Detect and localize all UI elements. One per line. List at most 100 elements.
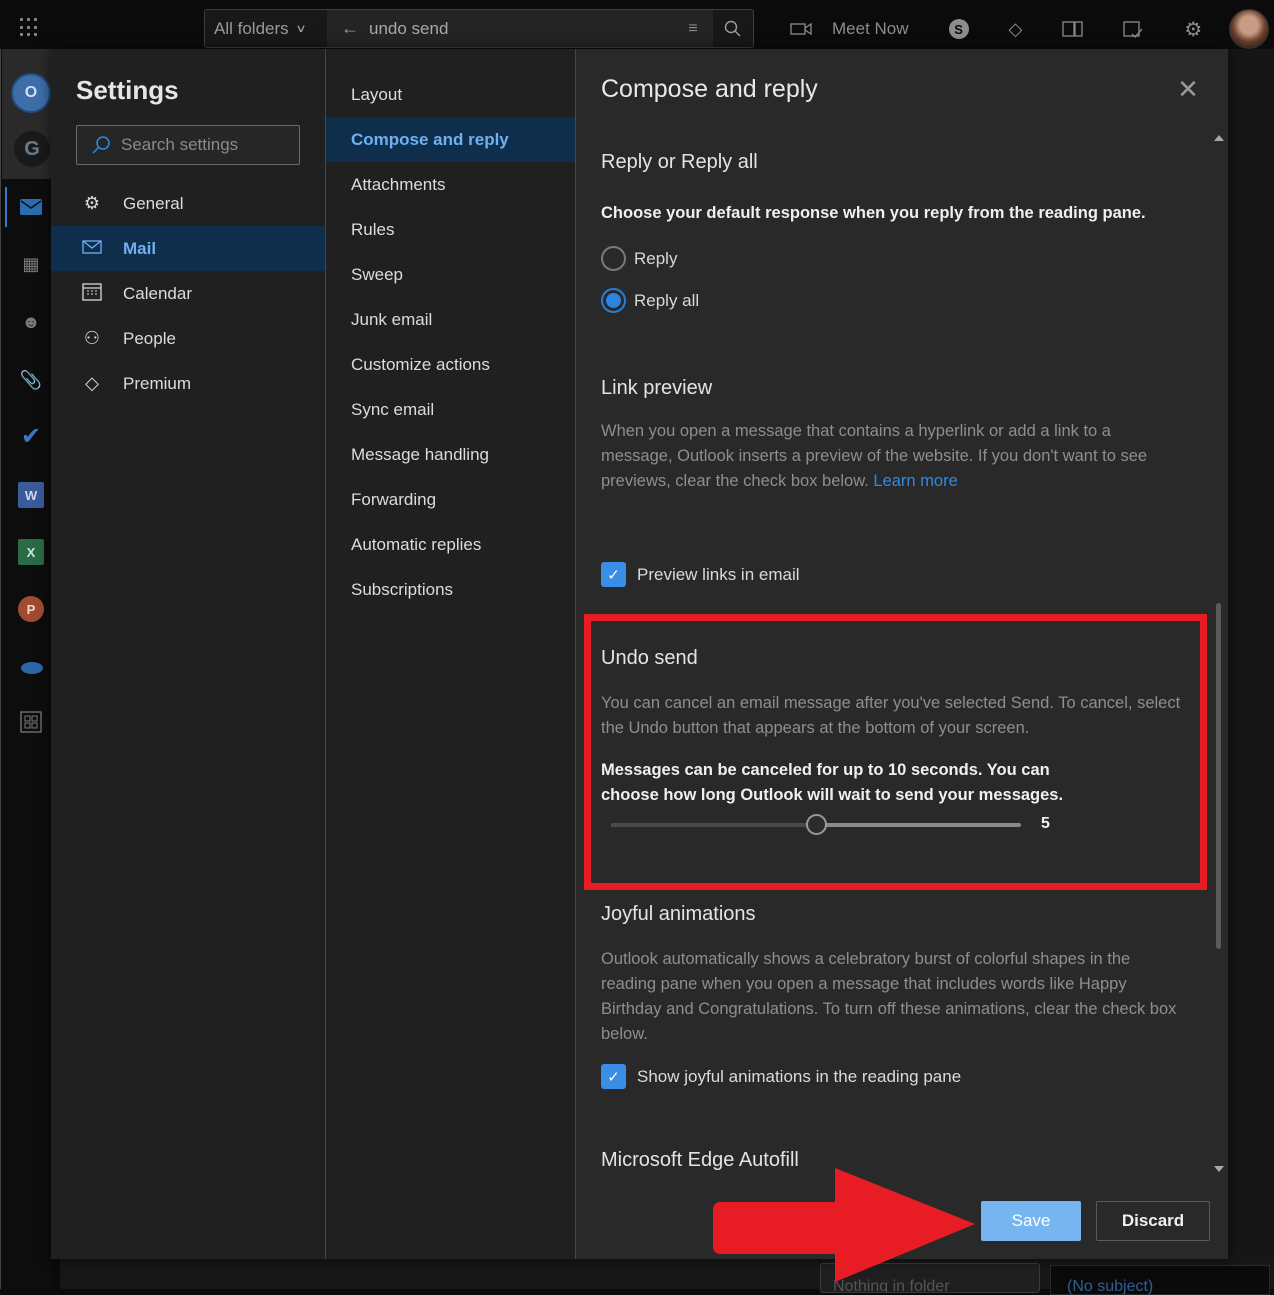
word-icon[interactable]: W bbox=[18, 482, 44, 508]
outlook-account-icon[interactable]: O bbox=[11, 73, 51, 113]
subcategory-rules[interactable]: Rules bbox=[326, 207, 575, 252]
annotation-arrow bbox=[713, 1168, 975, 1282]
app-rail: O G ▦ ☻ 📎 ✔ W X P bbox=[0, 49, 52, 1289]
calendar-icon bbox=[81, 281, 103, 306]
page-title: Compose and reply bbox=[601, 75, 818, 103]
draft-subject: (No subject) bbox=[1067, 1278, 1154, 1295]
my-day-icon[interactable] bbox=[1062, 19, 1084, 39]
reply-option[interactable]: Reply bbox=[601, 246, 677, 271]
more-apps-icon[interactable] bbox=[18, 709, 44, 735]
excel-icon[interactable]: X bbox=[18, 539, 44, 565]
people-icon: ⚇ bbox=[83, 328, 101, 348]
search-icon bbox=[92, 136, 110, 154]
chevron-down-icon: ∨ bbox=[295, 23, 307, 35]
category-label: Mail bbox=[123, 238, 157, 258]
gear-icon: ⚙ bbox=[83, 193, 101, 213]
reply-section-heading: Reply or Reply all bbox=[601, 151, 758, 173]
top-bar: All folders ∨ ← undo send ≡ Meet Now S ◇… bbox=[0, 0, 1274, 49]
meet-now-button[interactable]: Meet Now bbox=[832, 19, 909, 39]
scroll-up-arrow-icon[interactable] bbox=[1214, 135, 1224, 141]
attachment-icon[interactable]: 📎 bbox=[18, 367, 44, 393]
settings-content-scroll: Reply or Reply all Choose your default r… bbox=[576, 129, 1228, 1184]
subcategory-layout[interactable]: Layout bbox=[326, 72, 575, 117]
subcategory-compose-and-reply[interactable]: Compose and reply bbox=[326, 117, 575, 162]
preview-links-checkbox[interactable]: ✓ bbox=[601, 562, 626, 587]
category-general[interactable]: ⚙ General bbox=[51, 181, 325, 226]
reply-section-prompt: Choose your default response when you re… bbox=[601, 204, 1146, 222]
onedrive-icon[interactable] bbox=[18, 654, 44, 680]
subcategory-sync-email[interactable]: Sync email bbox=[326, 387, 575, 432]
subcategory-junk-email[interactable]: Junk email bbox=[326, 297, 575, 342]
skype-icon[interactable]: S bbox=[948, 19, 969, 39]
search-settings-placeholder: Search settings bbox=[121, 135, 239, 154]
category-people[interactable]: ⚇ People bbox=[51, 316, 325, 361]
reply-all-option[interactable]: Reply all bbox=[601, 288, 699, 313]
subcategory-automatic-replies[interactable]: Automatic replies bbox=[326, 522, 575, 567]
app-launcher-icon[interactable] bbox=[20, 18, 40, 38]
subcategory-message-handling[interactable]: Message handling bbox=[326, 432, 575, 477]
joyful-animations-option[interactable]: ✓ Show joyful animations in the reading … bbox=[601, 1064, 961, 1089]
scrollbar-thumb[interactable] bbox=[1216, 603, 1221, 949]
joyful-animations-checkbox[interactable]: ✓ bbox=[601, 1064, 626, 1089]
category-label: Premium bbox=[123, 373, 192, 393]
category-label: General bbox=[123, 193, 184, 213]
category-calendar[interactable]: Calendar bbox=[51, 271, 325, 316]
checkbox-label: Show joyful animations in the reading pa… bbox=[637, 1066, 962, 1086]
annotation-highlight-box bbox=[584, 614, 1207, 890]
premium-diamond-icon[interactable]: ◇ bbox=[1009, 19, 1023, 40]
save-button[interactable]: Save bbox=[981, 1201, 1081, 1241]
back-arrow-icon[interactable]: ← bbox=[341, 18, 359, 39]
settings-dialog: Settings Search settings ⚙ General Mail … bbox=[51, 49, 1228, 1259]
link-preview-description: When you open a message that contains a … bbox=[601, 419, 1186, 494]
settings-categories-pane: Settings Search settings ⚙ General Mail … bbox=[51, 49, 326, 1259]
checkbox-label: Preview links in email bbox=[637, 564, 800, 584]
powerpoint-icon[interactable]: P bbox=[18, 596, 44, 622]
diamond-icon: ◇ bbox=[85, 373, 99, 393]
mail-icon[interactable] bbox=[18, 194, 44, 220]
radio-label: Reply bbox=[634, 248, 678, 268]
search-input[interactable]: ← undo send bbox=[327, 18, 673, 39]
preview-links-option[interactable]: ✓ Preview links in email bbox=[601, 562, 800, 587]
subcategory-sweep[interactable]: Sweep bbox=[326, 252, 575, 297]
todo-icon[interactable]: ✔ bbox=[18, 423, 44, 450]
joyful-animations-heading: Joyful animations bbox=[601, 903, 756, 925]
google-account-icon[interactable]: G bbox=[14, 131, 50, 167]
settings-gear-icon[interactable]: ⚙ bbox=[1184, 17, 1202, 42]
settings-title: Settings bbox=[76, 75, 179, 105]
link-preview-heading: Link preview bbox=[601, 377, 713, 399]
filter-icon[interactable]: ≡ bbox=[673, 20, 713, 38]
category-label: People bbox=[123, 328, 176, 348]
search-scope-label: All folders bbox=[214, 18, 289, 38]
subcategory-forwarding[interactable]: Forwarding bbox=[326, 477, 575, 522]
annotation-arrow-shape bbox=[713, 1168, 975, 1282]
subcategory-subscriptions[interactable]: Subscriptions bbox=[326, 567, 575, 612]
search-button[interactable] bbox=[713, 10, 753, 47]
video-camera-icon[interactable] bbox=[790, 22, 812, 36]
background-reading-pane bbox=[1228, 49, 1274, 1259]
radio-reply-all[interactable] bbox=[601, 288, 626, 313]
calendar-icon[interactable]: ▦ bbox=[18, 251, 44, 277]
scroll-down-arrow-icon[interactable] bbox=[1214, 1166, 1224, 1172]
user-avatar[interactable] bbox=[1229, 9, 1269, 49]
draft-tab[interactable]: (No subject) bbox=[1050, 1265, 1270, 1295]
calendar-check-icon[interactable] bbox=[1122, 18, 1144, 40]
mail-subcategories-pane: Layout Compose and reply Attachments Rul… bbox=[326, 49, 576, 1259]
subcategory-attachments[interactable]: Attachments bbox=[326, 162, 575, 207]
active-indicator bbox=[5, 187, 7, 227]
search-icon bbox=[724, 20, 741, 37]
people-icon[interactable]: ☻ bbox=[18, 309, 44, 335]
compose-and-reply-pane: Compose and reply ✕ Reply or Reply all C… bbox=[576, 49, 1228, 1259]
learn-more-link[interactable]: Learn more bbox=[873, 472, 957, 490]
search-settings-input[interactable]: Search settings bbox=[76, 125, 300, 165]
category-premium[interactable]: ◇ Premium bbox=[51, 361, 325, 406]
search-scope-dropdown[interactable]: All folders ∨ bbox=[205, 10, 327, 47]
search-bar: All folders ∨ ← undo send ≡ bbox=[204, 9, 754, 48]
subcategory-customize-actions[interactable]: Customize actions bbox=[326, 342, 575, 387]
top-actions: Meet Now S ◇ ⚙ bbox=[790, 14, 1202, 44]
category-mail[interactable]: Mail bbox=[51, 226, 325, 271]
category-label: Calendar bbox=[123, 283, 192, 303]
discard-button[interactable]: Discard bbox=[1096, 1201, 1210, 1241]
radio-reply[interactable] bbox=[601, 246, 626, 271]
content-scrollbar[interactable] bbox=[1213, 129, 1225, 1179]
close-icon[interactable]: ✕ bbox=[1176, 76, 1200, 102]
